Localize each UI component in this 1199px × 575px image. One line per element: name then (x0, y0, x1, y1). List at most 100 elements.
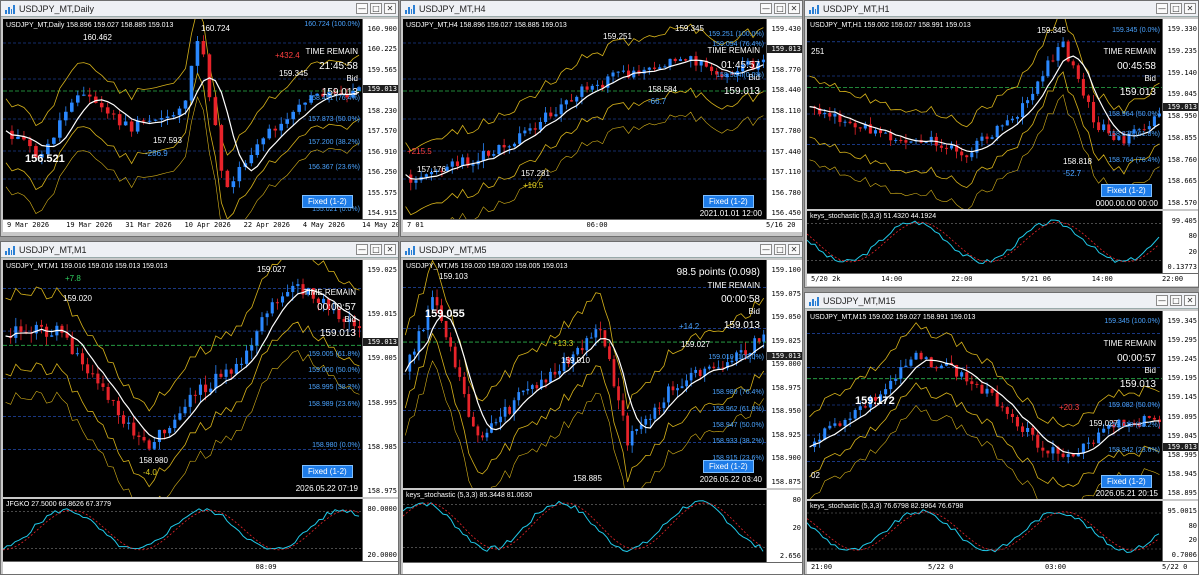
price-axis[interactable]: 159.025 159.015 159.005 158.995 158.985 158.9… (362, 260, 398, 497)
price-tick: 158.895 (1167, 489, 1197, 497)
oscillator-panel[interactable]: JFGKO 27.5000 68.8626 67.3779 (3, 499, 362, 561)
titlebar-h4[interactable]: USDJPY_MT,H4 — □ ✕ (401, 1, 802, 17)
chart-window-m15[interactable]: USDJPY_MT,M15 — □ ✕ USDJPY_MT,M15 159.00… (804, 292, 1199, 575)
candle (843, 419, 847, 426)
indicator-axis[interactable]: 80.0000 20.0000 (362, 499, 398, 561)
candle (761, 59, 765, 63)
candle (152, 441, 156, 449)
fixed-button[interactable]: Fixed (1-2) (302, 465, 353, 478)
titlebar-m5[interactable]: USDJPY_MT,M5 — □ ✕ (401, 242, 802, 258)
candle (608, 346, 611, 360)
titlebar-daily[interactable]: USDJPY_MT,Daily — □ ✕ (1, 1, 398, 17)
fixed-button[interactable]: Fixed (1-2) (1101, 184, 1152, 197)
close-icon[interactable]: ✕ (384, 3, 396, 14)
price-chart[interactable]: USDJPY_MT,H4 158.896 159.027 158.885 159… (403, 19, 766, 219)
indicator-axis[interactable]: 80 20 2.656 (766, 490, 802, 562)
minimize-icon[interactable]: — (760, 3, 772, 14)
annotation: 158.980 (139, 456, 168, 465)
titlebar-m15[interactable]: USDJPY_MT,M15 — □ ✕ (805, 293, 1198, 309)
maximize-icon[interactable]: □ (370, 3, 382, 14)
stochastic-panel[interactable]: keys_stochastic (5,3,3) 76.6798 82.9964 … (807, 501, 1162, 561)
close-icon[interactable]: ✕ (1184, 295, 1196, 306)
maximize-icon[interactable]: □ (370, 244, 382, 255)
indicator-axis[interactable]: 99.405 80 20 0.13773 (1162, 211, 1198, 273)
price-chart[interactable]: USDJPY_MT,Daily 158.896 159.027 158.885 … (3, 19, 362, 219)
price-tick: 158.950 (1167, 112, 1197, 120)
candle (544, 379, 548, 383)
fib-level: 156.367 (23.6%) (308, 164, 360, 171)
time-axis[interactable]: 9 Mar 2026 19 Mar 2026 31 Mar 2026 10 Apr 2… (3, 219, 398, 232)
candle (64, 111, 68, 121)
time-remain-value: 00:00:58 (721, 294, 760, 305)
chart-window-h1[interactable]: USDJPY_MT,H1 — □ ✕ USDJPY_MT,H1 159.002 … (804, 0, 1199, 288)
chart-window-daily[interactable]: USDJPY_MT,Daily — □ ✕ USDJPY_MT,Daily 15… (0, 0, 399, 237)
maximize-icon[interactable]: □ (774, 3, 786, 14)
titlebar-h1[interactable]: USDJPY_MT,H1 — □ ✕ (805, 1, 1198, 17)
price-tick: 158.770 (771, 65, 801, 74)
candle (1010, 118, 1014, 121)
fixed-button[interactable]: Fixed (1-2) (703, 195, 754, 208)
price-chart[interactable]: USDJPY_MT,M5 159.020 159.020 159.005 159… (403, 260, 766, 488)
candle (157, 429, 161, 442)
chart-icon (5, 245, 15, 255)
maximize-icon[interactable]: □ (1170, 295, 1182, 306)
maximize-icon[interactable]: □ (774, 244, 786, 255)
fixed-button[interactable]: Fixed (1-2) (703, 460, 754, 473)
candle (86, 364, 90, 374)
time-tick: 5/20 2k (811, 275, 841, 283)
candle (250, 345, 254, 351)
price-chart[interactable]: USDJPY_MT,H1 159.002 159.027 158.991 159… (807, 19, 1162, 209)
maximize-icon[interactable]: □ (1170, 3, 1182, 14)
candle (1071, 454, 1075, 457)
price-chart[interactable]: USDJPY_MT,M1 159.016 159.016 159.013 159… (3, 260, 362, 497)
close-icon[interactable]: ✕ (384, 244, 396, 255)
annotation: +14.2 (679, 322, 700, 331)
price-axis[interactable]: 160.900160.225159.565158.905158.230157.5… (362, 19, 398, 219)
close-icon[interactable]: ✕ (1184, 3, 1196, 14)
minimize-icon[interactable]: — (1156, 295, 1168, 306)
time-axis[interactable]: 21:00 5/22 0 03:00 5/22 0 (807, 561, 1198, 574)
candle (960, 372, 964, 377)
candle (234, 363, 238, 374)
indicator-axis[interactable]: 95.0015 80 20 0.7006 (1162, 501, 1198, 561)
candle (1041, 447, 1045, 451)
price-tick: 158.760 (1167, 155, 1197, 164)
chart-window-m1[interactable]: USDJPY_MT,M1 — □ ✕ USDJPY_MT,M1 159.016 … (0, 241, 399, 575)
price-axis[interactable]: 159.345 159.295 159.245 159.195 159.145 159.0… (1162, 311, 1198, 499)
candle (685, 380, 688, 387)
time-axis[interactable]: 08:09 (3, 561, 398, 574)
price-tick: 158.665 (1167, 177, 1197, 186)
candle (105, 107, 110, 114)
titlebar-m1[interactable]: USDJPY_MT,M1 — □ ✕ (1, 242, 398, 258)
candle (87, 94, 92, 97)
close-icon[interactable]: ✕ (788, 3, 800, 14)
minimize-icon[interactable]: — (356, 3, 368, 14)
price-axis[interactable]: 159.330 159.235 159.140 159.045 158.950 158.8… (1162, 19, 1198, 209)
candle (467, 394, 471, 417)
candle (462, 376, 466, 395)
price-chart[interactable]: USDJPY_MT,M15 159.002 159.027 158.991 15… (807, 311, 1162, 499)
chart-window-m5[interactable]: USDJPY_MT,M5 — □ ✕ USDJPY_MT,M5 159.020 … (400, 241, 803, 575)
price-tick: 157.110 (771, 168, 801, 177)
candle (848, 418, 852, 420)
time-axis[interactable] (403, 562, 802, 574)
minimize-icon[interactable]: — (760, 244, 772, 255)
price-axis[interactable]: 159.430159.100158.770158.440158.110157.7… (766, 19, 802, 219)
time-axis[interactable]: 5/20 2k 14:00 22:00 5/21 06 14:00 22:00 (807, 273, 1198, 286)
fixed-button[interactable]: Fixed (1-2) (302, 195, 353, 208)
bid-value: 159.013 (723, 320, 760, 331)
stochastic-panel[interactable]: keys_stochastic (5,3,3) 51.4320 44.1924 (807, 211, 1162, 273)
fixed-button[interactable]: Fixed (1-2) (1101, 475, 1152, 488)
minimize-icon[interactable]: — (356, 244, 368, 255)
stochastic-panel[interactable]: keys_stochastic (5,3,3) 85.3448 81.0630 (403, 490, 766, 562)
candle (260, 317, 264, 332)
price-axis[interactable]: 159.100 159.075 159.050 159.025 159.000 158.9… (766, 260, 802, 488)
close-icon[interactable]: ✕ (788, 244, 800, 255)
candle (135, 120, 140, 132)
indicator-canvas (3, 508, 362, 551)
chart-window-h4[interactable]: USDJPY_MT,H4 — □ ✕ USDJPY_MT,H4 158.896 … (400, 0, 803, 237)
candle (965, 155, 969, 158)
candle (517, 392, 521, 401)
minimize-icon[interactable]: — (1156, 3, 1168, 14)
time-axis[interactable]: 7 01 06:00 5/16 20 (403, 219, 802, 232)
